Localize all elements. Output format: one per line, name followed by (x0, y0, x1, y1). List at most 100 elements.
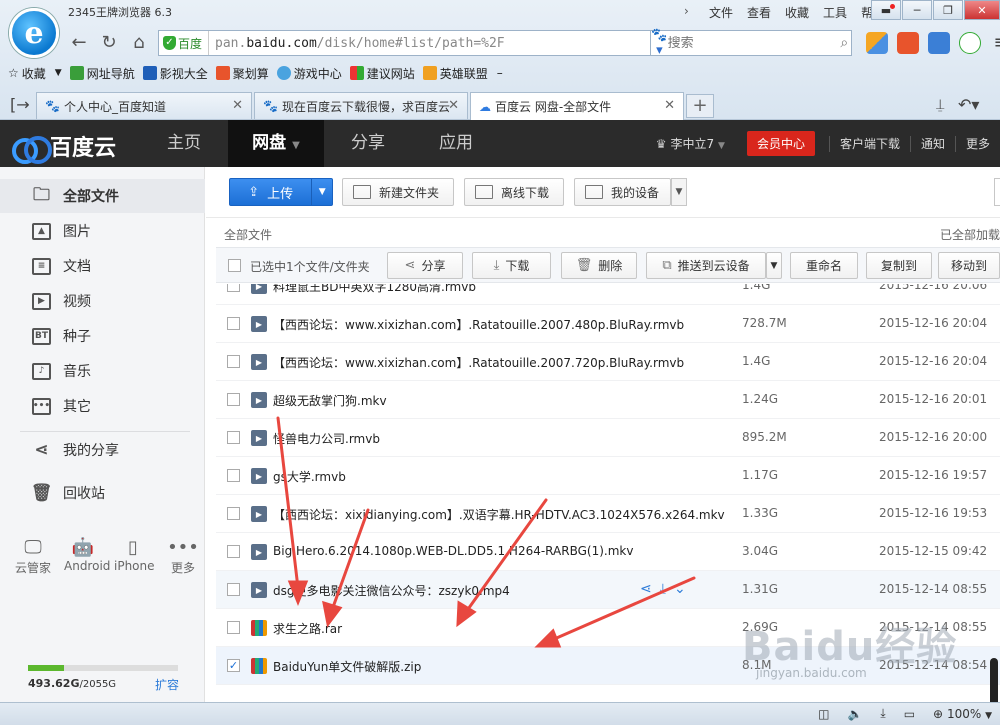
undo-close-icon[interactable]: ↶▾ (958, 95, 979, 114)
rename-button[interactable]: 重命名 (790, 252, 858, 279)
device-cloud-manager[interactable]: 🖵 云管家 (14, 537, 52, 576)
device-more[interactable]: ••• 更多 (164, 537, 202, 576)
device-android[interactable]: 🤖 Android (64, 537, 110, 576)
fav-item-juhuasuan[interactable]: 聚划算 (215, 65, 269, 82)
file-name[interactable]: BaiduYun单文件破解版.zip (273, 658, 421, 675)
device-iphone[interactable]: ▯ iPhone (114, 537, 155, 576)
screen-icon[interactable] (928, 32, 950, 54)
tab-list-icon[interactable]: ⍊ (936, 97, 944, 113)
skin-icon[interactable]: ▬ (871, 0, 901, 20)
sidebar-item-documents[interactable]: ≡ 文档 (0, 249, 205, 283)
fav-item-nav[interactable]: 网址导航 (69, 65, 135, 82)
sidebar-item-videos[interactable]: ▶ 视频 (0, 284, 205, 318)
more-link[interactable]: 更多 (956, 135, 1000, 152)
search-icon[interactable]: ⌕ (838, 35, 851, 51)
copy-to-button[interactable]: 复制到 (866, 252, 932, 279)
fav-item-video[interactable]: 影视大全 (142, 65, 208, 82)
fav-item-favorites[interactable]: ☆ 收藏 ▼ (8, 65, 62, 82)
file-name[interactable]: gs大学.rmvb (273, 468, 346, 485)
zoom-control[interactable]: ⊕ 100% ▼ (933, 707, 992, 721)
baidu-paw-icon[interactable]: 🐾▾ (651, 28, 668, 58)
back-icon[interactable]: ← (68, 32, 90, 54)
file-row[interactable]: ▶ 怪兽电力公司.rmvb 895.2M 2015-12-16 20:00 (216, 419, 1000, 457)
offline-download-button[interactable]: 离线下载 (464, 178, 564, 206)
file-name[interactable]: 【西西论坛：www.xixizhan.com】.Ratatouille.2007… (273, 354, 684, 371)
address-bar[interactable]: ✓ 百度 pan.baidu.com/disk/home#list/path=%… (158, 30, 712, 56)
yun-logo[interactable]: 百度云 (12, 130, 116, 164)
search-input[interactable] (667, 35, 838, 51)
volume-icon[interactable]: 🔈 (847, 707, 862, 721)
file-row[interactable]: ▶ 【西西论坛：www.xixizhan.com】.Ratatouille.200… (216, 305, 1000, 343)
url-text[interactable]: pan.baidu.com/disk/home#list/path=%2F (209, 36, 671, 51)
screen-icon[interactable]: ▭ (904, 707, 915, 721)
sidebar-item-images[interactable]: ▲ 图片 (0, 214, 205, 248)
sidebar-item-other[interactable]: ••• 其它 (0, 389, 205, 423)
sidebar-item-torrents[interactable]: BT 种子 (0, 319, 205, 353)
close-tab-icon[interactable]: ✕ (448, 98, 459, 113)
file-name[interactable]: 料理鼠王BD中英双字1280高清.rmvb (273, 284, 476, 295)
minimize-button[interactable]: ─ (902, 0, 932, 20)
more-favorites-icon[interactable]: – (497, 66, 503, 80)
new-folder-button[interactable]: 新建文件夹 (342, 178, 454, 206)
file-row[interactable]: ✓ BaiduYun单文件破解版.zip 8.1M 2015-12-14 08:54 (216, 647, 1000, 685)
vip-center-button[interactable]: 会员中心 (746, 131, 815, 156)
user-menu[interactable]: 李中立7 ▼ (671, 135, 725, 152)
tab-baidu-zhidao[interactable]: 🐾 个人中心_百度知道 ✕ (36, 92, 252, 119)
file-row[interactable]: ▶ 超级无敌掌门狗.mkv 1.24G 2015-12-16 20:01 (216, 381, 1000, 419)
file-row[interactable]: ▶ 【西西论坛：www.xixizhan.com】.Ratatouille.200… (216, 343, 1000, 381)
menu-tools[interactable]: 工具 (816, 4, 854, 21)
new-tab-button[interactable]: + (686, 94, 714, 118)
sidebar-item-all-files[interactable]: 🗀 全部文件 (0, 179, 205, 213)
tab-baidu-yun[interactable]: ☁ 百度云 网盘-全部文件 ✕ (470, 92, 684, 120)
breadcrumb[interactable]: 全部文件 (224, 226, 272, 243)
nav-share[interactable]: 分享 (324, 120, 412, 167)
file-row[interactable]: 求生之路.rar 2.69G 2015-12-14 08:55 (216, 609, 1000, 647)
restore-button[interactable]: ❐ (933, 0, 963, 20)
home-icon[interactable]: ⌂ (128, 32, 150, 54)
sidebar-item-my-shares[interactable]: ⋖ 我的分享 (0, 433, 205, 467)
scrollbar-thumb[interactable] (990, 658, 998, 708)
push-to-device-button[interactable]: ⧉ 推送到云设备 (646, 252, 766, 279)
file-row[interactable]: ▶ 【西西论坛：xixidianying.com】.双语字幕.HR-HDTV.AC… (216, 495, 1000, 533)
fav-item-suggested[interactable]: 建议网站 (349, 65, 415, 82)
accelerator-icon[interactable]: ◫ (818, 707, 829, 721)
share-button[interactable]: ⋖ 分享 (387, 252, 463, 279)
notifications-link[interactable]: 通知 (911, 135, 955, 152)
file-checkbox[interactable] (227, 284, 240, 292)
safe-site-badge[interactable]: ✓ 百度 (159, 31, 210, 55)
file-row[interactable]: ▶ gs大学.rmvb 1.17G 2015-12-16 19:57 (216, 457, 1000, 495)
file-name[interactable]: 求生之路.rar (273, 620, 342, 637)
refresh-icon[interactable]: ↻ (98, 32, 120, 54)
fav-item-lol[interactable]: 英雄联盟 – (422, 65, 503, 82)
upload-button[interactable]: ⇪ 上传 ▼ (229, 178, 333, 206)
file-checkbox[interactable] (227, 431, 240, 444)
file-checkbox[interactable] (227, 583, 240, 596)
file-name[interactable]: 【西西论坛：www.xixizhan.com】.Ratatouille.2007… (273, 316, 684, 333)
fav-item-games[interactable]: 游戏中心 (276, 65, 342, 82)
download-icon[interactable] (959, 32, 981, 54)
file-checkbox[interactable] (227, 545, 240, 558)
nav-apps[interactable]: 应用 (412, 120, 500, 167)
file-row[interactable]: ▶ dsg更多电影关注微信公众号：zszyk0.mp4 ⋖ ⤓ ⌄ 1.31G 2015-1… (216, 571, 1000, 609)
file-row[interactable]: ▶ 料理鼠王BD中英双字1280高清.rmvb 1.4G 2015-12-16 20:… (216, 284, 1000, 305)
file-checkbox[interactable] (227, 469, 240, 482)
select-all-checkbox[interactable] (228, 259, 241, 272)
tab-baidu-question[interactable]: 🐾 现在百度云下载很慢，求百度云 ✕ (254, 92, 468, 119)
file-checkbox[interactable] (227, 507, 240, 520)
toolbar-edge-button[interactable] (994, 178, 1000, 206)
my-devices-button[interactable]: 我的设备 (574, 178, 671, 206)
push-dropdown-icon[interactable]: ▼ (766, 252, 782, 279)
file-checkbox[interactable] (227, 621, 240, 634)
file-name[interactable]: 怪兽电力公司.rmvb (273, 430, 380, 447)
file-checkbox[interactable] (227, 355, 240, 368)
menu-file[interactable]: 文件 (702, 4, 740, 21)
sidebar-item-recycle-bin[interactable]: 🗑 回收站 (0, 476, 205, 510)
nav-netdisk[interactable]: 网盘 ▼ (228, 120, 324, 167)
file-name[interactable]: 超级无敌掌门狗.mkv (273, 392, 387, 409)
download-button[interactable]: ⤓ 下载 (472, 252, 551, 279)
file-name[interactable]: Big.Hero.6.2014.1080p.WEB-DL.DD5.1.H264-… (273, 544, 633, 558)
delete-button[interactable]: 🗑 删除 (561, 252, 637, 279)
menu-favorites[interactable]: 收藏 (778, 4, 816, 21)
file-row[interactable]: ▶ Big.Hero.6.2014.1080p.WEB-DL.DD5.1.H264… (216, 533, 1000, 571)
file-checkbox[interactable] (227, 393, 240, 406)
